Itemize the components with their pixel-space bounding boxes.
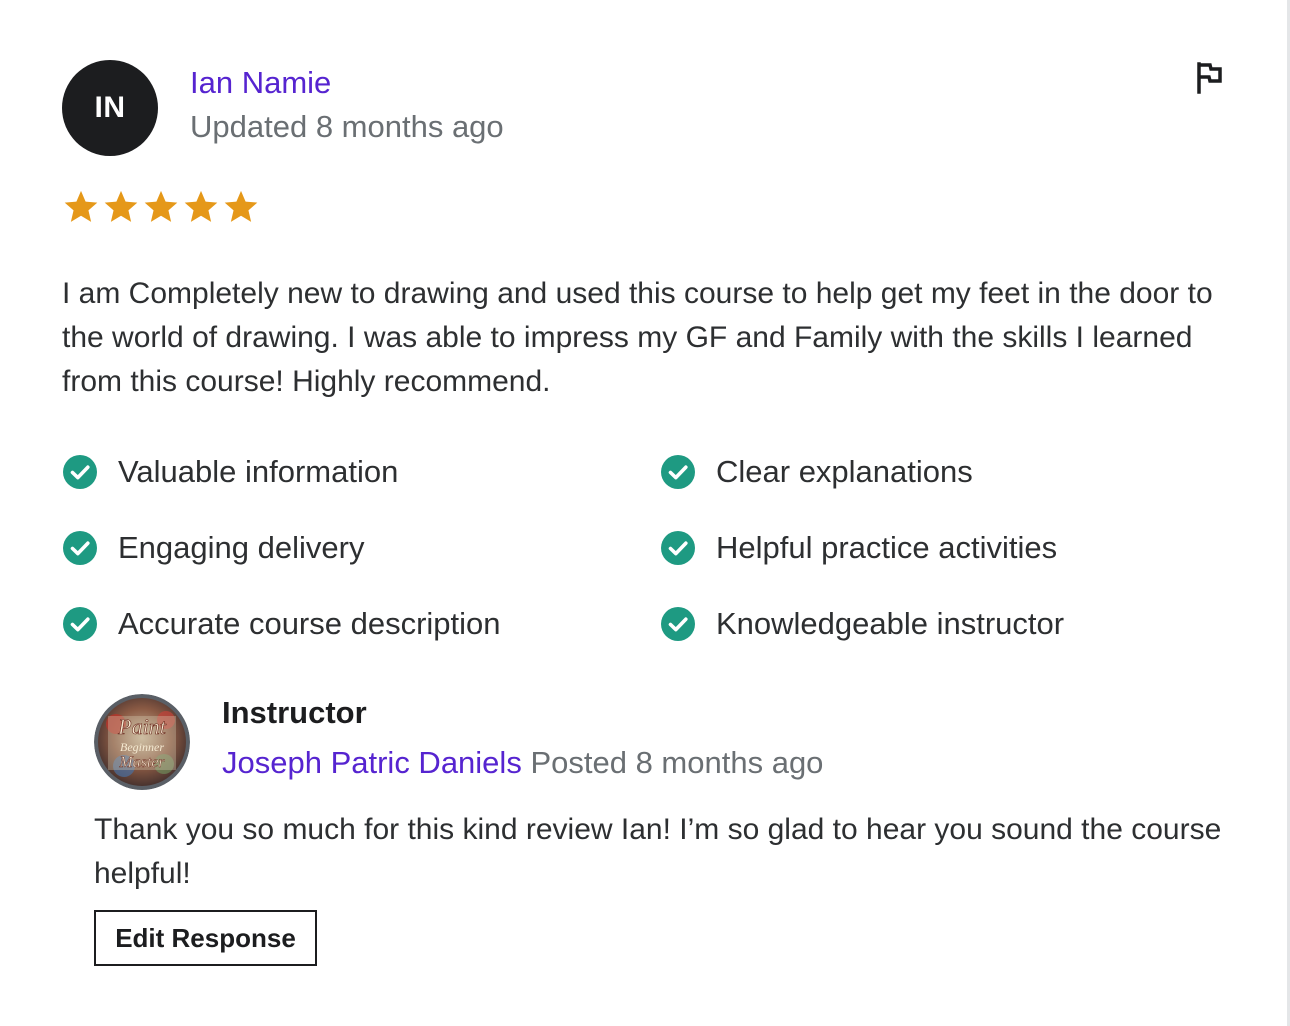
response-role: Instructor bbox=[222, 695, 367, 730]
review-body: I am Completely new to drawing and used … bbox=[62, 277, 1213, 398]
feature-item: Clear explanations bbox=[660, 450, 1222, 494]
instructor-avatar: Paint Beginner Master bbox=[94, 694, 190, 790]
star-icon bbox=[224, 190, 258, 222]
feature-item: Helpful practice activities bbox=[660, 526, 1222, 570]
check-circle-icon bbox=[63, 455, 97, 489]
reviewer-avatar: IN bbox=[62, 60, 158, 156]
review-card: IN Ian Namie Updated 8 months ago I am C… bbox=[0, 0, 1286, 1026]
feature-item: Knowledgeable instructor bbox=[660, 602, 1222, 646]
flag-icon[interactable] bbox=[1190, 58, 1226, 96]
star-rating bbox=[62, 188, 260, 226]
star-icon bbox=[184, 190, 218, 222]
star-icon bbox=[64, 190, 98, 222]
check-circle-icon bbox=[63, 607, 97, 641]
response-timestamp: Posted 8 months ago bbox=[530, 745, 824, 780]
avatar-logo-word: Beginner bbox=[120, 740, 164, 754]
response-meta: Joseph Patric Daniels Posted 8 months ag… bbox=[222, 744, 823, 782]
check-circle-icon bbox=[661, 455, 695, 489]
feature-item: Accurate course description bbox=[62, 602, 660, 646]
feature-item: Valuable information bbox=[62, 450, 660, 494]
response-body: Thank you so much for this kind review I… bbox=[94, 813, 1222, 890]
star-icon bbox=[104, 190, 138, 222]
check-circle-icon bbox=[661, 607, 695, 641]
feature-label: Knowledgeable instructor bbox=[716, 606, 1065, 641]
avatar-logo-word: Paint bbox=[117, 714, 167, 739]
feature-item: Engaging delivery bbox=[62, 526, 660, 570]
instructor-name[interactable]: Joseph Patric Daniels bbox=[222, 745, 522, 780]
reviewer-name[interactable]: Ian Namie bbox=[190, 64, 331, 102]
check-circle-icon bbox=[63, 531, 97, 565]
feature-list: Valuable information Clear explanations … bbox=[62, 450, 1222, 646]
review-timestamp: Updated 8 months ago bbox=[190, 109, 504, 144]
feature-label: Valuable information bbox=[118, 454, 399, 489]
edit-response-button[interactable]: Edit Response bbox=[94, 910, 317, 966]
feature-label: Accurate course description bbox=[118, 606, 501, 641]
feature-label: Engaging delivery bbox=[118, 530, 365, 565]
avatar-initials: IN bbox=[94, 91, 126, 124]
check-circle-icon bbox=[661, 531, 695, 565]
avatar-logo-word: Master bbox=[118, 754, 165, 771]
feature-label: Helpful practice activities bbox=[716, 530, 1058, 565]
star-icon bbox=[144, 190, 178, 222]
feature-label: Clear explanations bbox=[716, 454, 973, 489]
